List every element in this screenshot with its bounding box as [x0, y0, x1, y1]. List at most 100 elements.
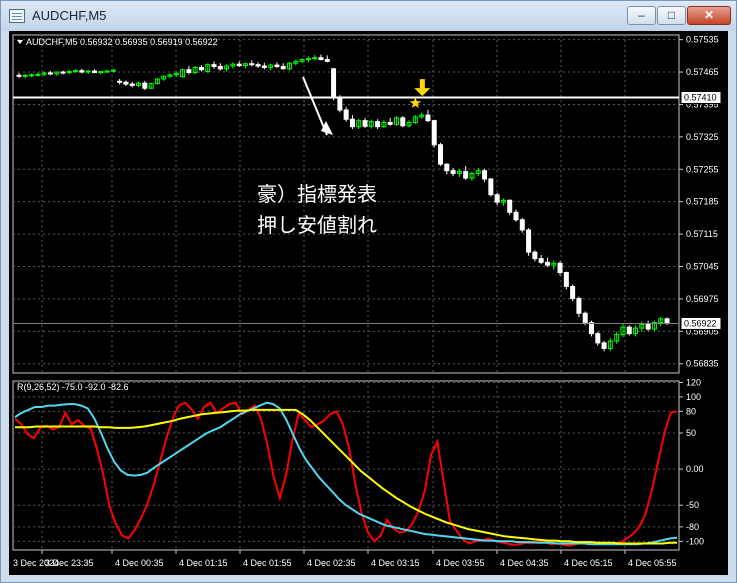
chart-menu-triangle-icon [17, 40, 23, 44]
candle-body-bearish [375, 121, 381, 128]
candle-body-bearish [261, 65, 267, 68]
app-window: AUDCHF,M5 – □ ✕ 0.57535 0.57465 0.57395 0.5… [0, 0, 737, 583]
annotation-pointer-icon [302, 76, 333, 136]
candle-body-bearish [362, 120, 368, 127]
candle-body-bearish [626, 326, 632, 335]
title-bar[interactable]: AUDCHF,M5 – □ ✕ [1, 1, 736, 31]
signal-down-arrow-icon [414, 79, 431, 97]
annotation-line-1: 豪）指標発表 [257, 182, 377, 206]
candle-body-bearish [582, 312, 588, 324]
candle-body-bearish [274, 64, 280, 67]
indicator-y-tick-label: 0.00 [686, 464, 704, 474]
time-axis-label: 4 Dec 03:55 [436, 558, 485, 568]
candle-body-bearish [129, 83, 135, 86]
current-price-label: 0.56922 [684, 318, 717, 328]
candle-body-bearish [544, 261, 550, 266]
candle-body-bullish [104, 70, 110, 73]
candle-body-bearish [557, 262, 563, 274]
candle-body-bullish [312, 57, 318, 60]
indicator-y-tick-label: 120 [686, 377, 701, 387]
price-y-tick-label: 0.57325 [686, 132, 719, 142]
time-axis-label: 4 Dec 01:55 [243, 558, 292, 568]
time-axis-label: 4 Dec 05:15 [564, 558, 613, 568]
candle-body-bearish [186, 69, 192, 74]
candle-body-bullish [35, 73, 41, 76]
candle-body-bearish [538, 258, 544, 263]
signal-star-icon [409, 97, 422, 108]
candle-body-bearish [249, 63, 255, 66]
price-y-tick-label: 0.57185 [686, 197, 719, 207]
candle-body-bullish [66, 71, 72, 74]
window-title: AUDCHF,M5 [32, 8, 107, 23]
candle-body-bearish [142, 82, 148, 89]
candle-body-bullish [85, 70, 91, 73]
minimize-button[interactable]: – [627, 6, 656, 25]
candle-body-bearish [91, 70, 97, 74]
chart-area[interactable]: 0.57535 0.57465 0.57395 0.57325 0.57255 0.571… [9, 31, 728, 575]
annotation-line-2: 押し安値割れ [257, 213, 377, 237]
candle-body-bearish [664, 318, 670, 324]
time-axis-label: 4 Dec 01:15 [179, 558, 228, 568]
time-axis-label: 4 Dec 00:35 [115, 558, 164, 568]
candle-body-bearish [117, 80, 123, 83]
candle-body-bearish [507, 199, 513, 213]
chart-canvas[interactable]: 0.575350.574650.573950.573250.572550.571… [9, 31, 728, 575]
candle-body-bearish [318, 57, 324, 61]
indicator-panel-header: R(9,26,52) -75.0 -92.0 -82.6 [17, 382, 129, 392]
candle-body-bearish [513, 211, 519, 221]
indicator-y-tick-label: -80 [686, 522, 699, 532]
price-y-tick-label: 0.57045 [686, 262, 719, 272]
candle-body-bullish [22, 74, 28, 77]
candle-body-bearish [595, 333, 601, 344]
candle-body-bearish [444, 163, 450, 172]
candle-body-bearish [236, 63, 242, 67]
candle-body-bearish [400, 117, 406, 127]
price-y-tick-label: 0.57535 [686, 35, 719, 45]
candle-body-bearish [425, 114, 431, 122]
candle-body-bearish [79, 70, 85, 73]
candle-body-bearish [47, 72, 53, 75]
time-axis-label: 4 Dec 05:55 [628, 558, 677, 568]
indicator-panel-frame [12, 380, 680, 551]
price-y-tick-label: 0.57255 [686, 164, 719, 174]
close-button[interactable]: ✕ [687, 6, 731, 25]
time-axis-label: 4 Dec 02:35 [307, 558, 356, 568]
candle-body-bullish [29, 74, 35, 77]
candle-body-bearish [337, 97, 343, 111]
candle-body-bearish [255, 64, 261, 67]
candle-body-bullish [110, 69, 116, 72]
indicator-y-tick-label: -50 [686, 500, 699, 510]
candle-body-bearish [387, 122, 393, 125]
candle-body-bearish [570, 285, 576, 299]
time-axis-label: 4 Dec 04:35 [500, 558, 549, 568]
candle-body-bearish [324, 59, 330, 62]
price-y-tick-label: 0.56975 [686, 294, 719, 304]
candle-body-bearish [463, 171, 469, 179]
candle-body-bearish [450, 170, 456, 174]
price-y-tick-label: 0.56835 [686, 359, 719, 369]
candle-body-bearish [198, 66, 204, 71]
candle-body-bearish [343, 109, 349, 120]
candle-body-bearish [331, 68, 337, 99]
time-axis-label: 4 Dec 03:15 [371, 558, 420, 568]
candle-body-bearish [280, 65, 286, 70]
price-panel-header: AUDCHF,M5 0.56932 0.56935 0.56919 0.5692… [26, 37, 218, 47]
candle-body-bearish [431, 120, 437, 146]
price-y-tick-label: 0.57465 [686, 67, 719, 77]
candle-body-bearish [217, 65, 223, 70]
support-line-price-label: 0.57410 [684, 93, 717, 103]
chart-window-icon [9, 9, 25, 23]
candle-body-bearish [482, 170, 488, 180]
candle-body-bullish [305, 58, 311, 61]
indicator-y-tick-label: 80 [686, 406, 696, 416]
candle-body-bearish [211, 64, 217, 67]
candle-body-bearish [589, 322, 595, 335]
candle-body-bearish [519, 219, 525, 231]
maximize-button[interactable]: □ [657, 6, 686, 25]
candle-body-bearish [438, 144, 444, 165]
candle-body-bearish [16, 74, 22, 77]
chart-annotation: 豪）指標発表 押し安値割れ [257, 179, 377, 241]
candle-body-bearish [488, 178, 494, 196]
indicator-y-tick-label: 100 [686, 392, 701, 402]
candle-body-bearish [563, 272, 569, 287]
